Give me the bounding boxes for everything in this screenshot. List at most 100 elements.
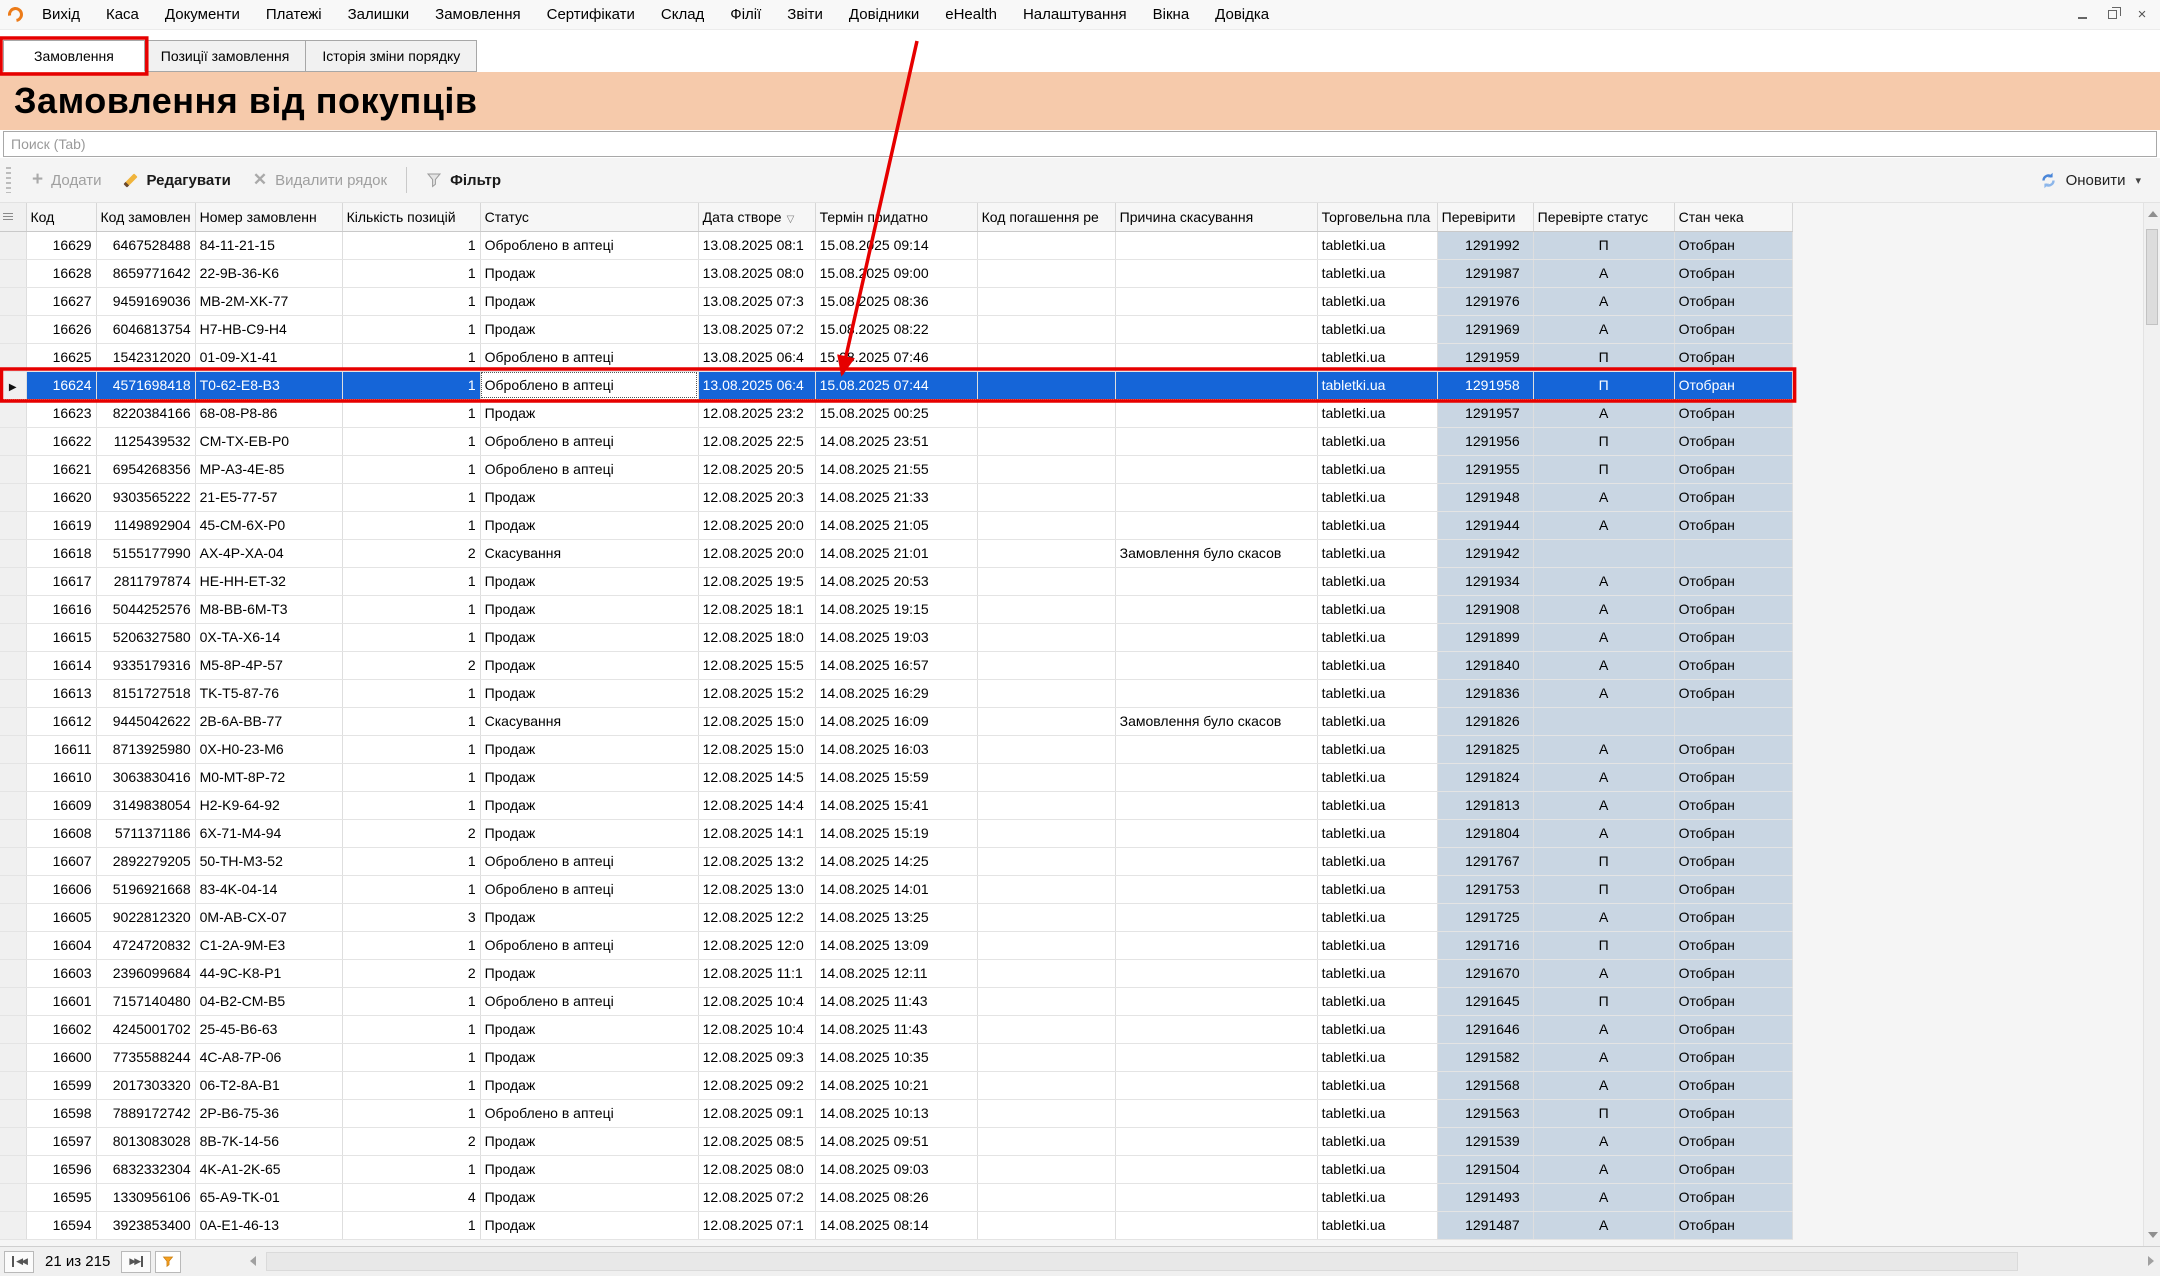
- column-header-cancel-reason[interactable]: Причина скасування: [1115, 203, 1317, 231]
- cell-platform[interactable]: tabletki.ua: [1317, 567, 1437, 595]
- cell-order-code[interactable]: 6954268356: [96, 455, 195, 483]
- cell-cancel-reason[interactable]: [1115, 1043, 1317, 1071]
- cell-code[interactable]: 16620: [26, 483, 96, 511]
- cell-order-number[interactable]: 83-4K-04-14: [195, 875, 342, 903]
- cell-status[interactable]: Продаж: [480, 315, 698, 343]
- cell-verify[interactable]: 1291955: [1437, 455, 1533, 483]
- cell-cancel-reason[interactable]: [1115, 399, 1317, 427]
- cell-code[interactable]: 16600: [26, 1043, 96, 1071]
- cell-order-code[interactable]: 5044252576: [96, 595, 195, 623]
- cell-order-code[interactable]: 8659771642: [96, 259, 195, 287]
- cell-order-code[interactable]: 1542312020: [96, 343, 195, 371]
- cell-positions-count[interactable]: 1: [342, 315, 480, 343]
- cell-verify[interactable]: 1291969: [1437, 315, 1533, 343]
- row-indicator[interactable]: [0, 567, 26, 595]
- cell-order-number[interactable]: M5-8P-4P-57: [195, 651, 342, 679]
- table-row-16607[interactable]: 16607289227920550-TH-M3-521Оброблено в а…: [0, 847, 1792, 875]
- cell-receipt-state[interactable]: Отобран: [1674, 231, 1792, 259]
- column-header-positions-count[interactable]: Кількість позицій: [342, 203, 480, 231]
- cell-created-date[interactable]: 13.08.2025 07:2: [698, 315, 815, 343]
- cell-receipt-state[interactable]: Отобран: [1674, 875, 1792, 903]
- cell-created-date[interactable]: 12.08.2025 23:2: [698, 399, 815, 427]
- cell-cancel-reason[interactable]: Замовлення було скасов: [1115, 539, 1317, 567]
- cell-code[interactable]: 16605: [26, 903, 96, 931]
- cell-order-number[interactable]: 0M-AB-CX-07: [195, 903, 342, 931]
- cell-code[interactable]: 16596: [26, 1155, 96, 1183]
- cell-redemption-code[interactable]: [977, 763, 1115, 791]
- cell-code[interactable]: 16598: [26, 1099, 96, 1127]
- cell-redemption-code[interactable]: [977, 903, 1115, 931]
- cell-expiry-date[interactable]: 14.08.2025 21:01: [815, 539, 977, 567]
- cell-positions-count[interactable]: 1: [342, 483, 480, 511]
- cell-verify[interactable]: 1291934: [1437, 567, 1533, 595]
- cell-platform[interactable]: tabletki.ua: [1317, 651, 1437, 679]
- cell-verify[interactable]: 1291645: [1437, 987, 1533, 1015]
- cell-receipt-state[interactable]: Отобран: [1674, 1155, 1792, 1183]
- row-indicator[interactable]: [0, 735, 26, 763]
- cell-platform[interactable]: tabletki.ua: [1317, 231, 1437, 259]
- cell-expiry-date[interactable]: 14.08.2025 21:33: [815, 483, 977, 511]
- cell-cancel-reason[interactable]: [1115, 763, 1317, 791]
- cell-receipt-state[interactable]: Отобран: [1674, 315, 1792, 343]
- cell-created-date[interactable]: 12.08.2025 09:2: [698, 1071, 815, 1099]
- cell-status[interactable]: Продаж: [480, 1015, 698, 1043]
- cell-code[interactable]: 16616: [26, 595, 96, 623]
- table-row-16603[interactable]: 16603239609968444-9C-K8-P12Продаж12.08.2…: [0, 959, 1792, 987]
- cell-verify[interactable]: 1291957: [1437, 399, 1533, 427]
- row-indicator[interactable]: [0, 231, 26, 259]
- cell-positions-count[interactable]: 1: [342, 847, 480, 875]
- column-header-receipt-state[interactable]: Стан чека: [1674, 203, 1792, 231]
- cell-cancel-reason[interactable]: [1115, 679, 1317, 707]
- table-row-16618[interactable]: 166185155177990AX-4P-XA-042Скасування12.…: [0, 539, 1792, 567]
- cell-expiry-date[interactable]: 14.08.2025 16:29: [815, 679, 977, 707]
- cell-redemption-code[interactable]: [977, 875, 1115, 903]
- table-row-16602[interactable]: 16602424500170225-45-B6-631Продаж12.08.2…: [0, 1015, 1792, 1043]
- row-indicator[interactable]: [0, 455, 26, 483]
- cell-verify-status[interactable]: А: [1533, 959, 1674, 987]
- row-indicator[interactable]: [0, 343, 26, 371]
- cell-status[interactable]: Продаж: [480, 259, 698, 287]
- scroll-right-icon[interactable]: [2148, 1256, 2154, 1266]
- cell-status[interactable]: Продаж: [480, 287, 698, 315]
- cell-cancel-reason[interactable]: [1115, 287, 1317, 315]
- table-row-16612[interactable]: 1661294450426222B-6A-BB-771Скасування12.…: [0, 707, 1792, 735]
- cell-redemption-code[interactable]: [977, 595, 1115, 623]
- table-row-16628[interactable]: 16628865977164222-9B-36-K61Продаж13.08.2…: [0, 259, 1792, 287]
- cell-code[interactable]: 16610: [26, 763, 96, 791]
- cell-verify-status[interactable]: А: [1533, 1043, 1674, 1071]
- cell-platform[interactable]: tabletki.ua: [1317, 735, 1437, 763]
- cell-receipt-state[interactable]: Отобран: [1674, 287, 1792, 315]
- cell-receipt-state[interactable]: Отобран: [1674, 735, 1792, 763]
- cell-order-code[interactable]: 7735588244: [96, 1043, 195, 1071]
- scroll-left-icon[interactable]: [250, 1256, 256, 1266]
- cell-verify[interactable]: 1291836: [1437, 679, 1533, 707]
- column-header-order-number[interactable]: Номер замовленн: [195, 203, 342, 231]
- cell-cancel-reason[interactable]: [1115, 1015, 1317, 1043]
- cell-order-number[interactable]: AX-4P-XA-04: [195, 539, 342, 567]
- menu-item-settings[interactable]: Налаштування: [1010, 2, 1140, 27]
- cell-positions-count[interactable]: 1: [342, 623, 480, 651]
- row-indicator[interactable]: [0, 1183, 26, 1211]
- cell-platform[interactable]: tabletki.ua: [1317, 483, 1437, 511]
- cell-platform[interactable]: tabletki.ua: [1317, 455, 1437, 483]
- cell-redemption-code[interactable]: [977, 399, 1115, 427]
- cell-cancel-reason[interactable]: [1115, 931, 1317, 959]
- cell-cancel-reason[interactable]: [1115, 231, 1317, 259]
- cell-order-code[interactable]: 9335179316: [96, 651, 195, 679]
- cell-verify[interactable]: 1291825: [1437, 735, 1533, 763]
- row-indicator-selected[interactable]: ▶: [0, 371, 26, 399]
- cell-status[interactable]: Скасування: [480, 707, 698, 735]
- table-row-16596[interactable]: 1659668323323044K-A1-2K-651Продаж12.08.2…: [0, 1155, 1792, 1183]
- menu-item-branches[interactable]: Філії: [717, 2, 774, 27]
- cell-status[interactable]: Оброблено в аптеці: [480, 987, 698, 1015]
- cell-platform[interactable]: tabletki.ua: [1317, 343, 1437, 371]
- cell-redemption-code[interactable]: [977, 483, 1115, 511]
- cell-redemption-code[interactable]: [977, 1155, 1115, 1183]
- cell-order-number[interactable]: H2-K9-64-92: [195, 791, 342, 819]
- column-header-platform[interactable]: Торговельна пла: [1317, 203, 1437, 231]
- cell-redemption-code[interactable]: [977, 959, 1115, 987]
- cell-positions-count[interactable]: 2: [342, 819, 480, 847]
- cell-positions-count[interactable]: 1: [342, 791, 480, 819]
- cell-status[interactable]: Продаж: [480, 1071, 698, 1099]
- cell-receipt-state[interactable]: Отобран: [1674, 483, 1792, 511]
